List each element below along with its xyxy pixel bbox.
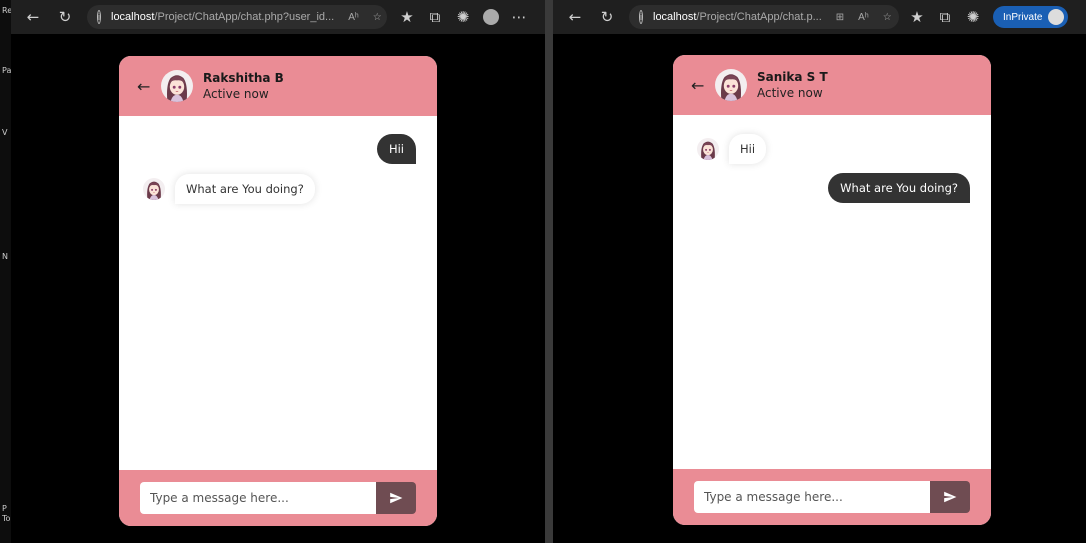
strip-text: P: [2, 504, 7, 513]
back-arrow-icon[interactable]: ←: [19, 3, 47, 31]
collections-icon[interactable]: ⧉: [421, 3, 449, 31]
read-aloud-icon[interactable]: Aʰ: [348, 12, 359, 23]
refresh-icon[interactable]: ↻: [593, 3, 621, 31]
profile-avatar-icon: [1048, 9, 1065, 25]
contact-status: Active now: [757, 86, 823, 100]
typing-area: [673, 469, 991, 525]
strip-text: Pa: [2, 66, 12, 75]
incoming-message: What are You doing?: [143, 174, 315, 204]
contact-status: Active now: [203, 87, 269, 101]
url-host: localhost: [111, 11, 155, 23]
inprivate-label: InPrivate: [1003, 11, 1043, 23]
collections-icon[interactable]: ⧉: [931, 3, 959, 31]
url-path: /Project/ChatApp/chat.php?user_id...: [154, 11, 335, 23]
chat-window: ← Rakshitha B Active now Hii What are Yo…: [119, 56, 437, 526]
contact-name: Sanika S T: [757, 70, 828, 84]
address-bar[interactable]: i localhost /Project/ChatApp/chat.p... ⊞…: [629, 5, 899, 29]
incoming-message: Hii: [697, 134, 767, 164]
strip-text: N: [2, 252, 8, 261]
url-path: /Project/ChatApp/chat.p...: [696, 11, 822, 23]
avatar: [697, 138, 719, 160]
background-window-strip: Re Pa V N P To: [0, 0, 12, 543]
chat-header: ← Sanika S T Active now: [673, 55, 991, 115]
browser-toolbar: ← ↻ i localhost /Project/ChatApp/chat.p.…: [553, 0, 1086, 34]
chat-header: ← Rakshitha B Active now: [119, 56, 437, 116]
favorites-icon[interactable]: ★: [903, 3, 931, 31]
avatar: [161, 70, 193, 102]
browser-toolbar: ← ↻ i localhost /Project/ChatApp/chat.ph…: [11, 0, 545, 34]
back-arrow-icon[interactable]: ←: [691, 76, 711, 95]
outgoing-message: Hii: [376, 134, 416, 164]
contact-name: Rakshitha B: [203, 71, 284, 85]
send-icon: [390, 492, 403, 504]
strip-text: V: [2, 128, 8, 137]
avatar: [715, 69, 747, 101]
typing-area: [119, 470, 437, 526]
chat-box[interactable]: Hii What are You doing?: [119, 116, 437, 470]
send-icon: [944, 491, 957, 503]
strip-text: To: [2, 514, 11, 523]
message-input[interactable]: [140, 482, 376, 514]
url-host: localhost: [653, 11, 697, 23]
extensions-icon[interactable]: ✺: [449, 3, 477, 31]
inprivate-badge[interactable]: InPrivate: [993, 6, 1069, 28]
message-bubble: What are You doing?: [175, 174, 315, 204]
favorites-icon[interactable]: ★: [393, 3, 421, 31]
info-icon[interactable]: i: [97, 10, 101, 24]
send-button[interactable]: [930, 481, 970, 513]
back-arrow-icon[interactable]: ←: [561, 3, 589, 31]
extensions-icon[interactable]: ✺: [959, 3, 987, 31]
message-input[interactable]: [694, 481, 930, 513]
outgoing-message: What are You doing?: [828, 173, 970, 203]
message-bubble: Hii: [729, 134, 767, 164]
star-icon[interactable]: ☆: [373, 12, 382, 23]
avatar: [143, 178, 165, 200]
send-button[interactable]: [376, 482, 416, 514]
star-icon[interactable]: ☆: [883, 12, 892, 23]
browser-window-right: ← ↻ i localhost /Project/ChatApp/chat.p.…: [553, 0, 1086, 543]
browser-window-left: Re Pa V N P To ← ↻ i localhost /Project/…: [0, 0, 545, 543]
refresh-icon[interactable]: ↻: [51, 3, 79, 31]
chat-box[interactable]: Hii What are You doing?: [673, 115, 991, 469]
back-arrow-icon[interactable]: ←: [137, 77, 157, 96]
profile-icon[interactable]: [477, 3, 505, 31]
address-bar[interactable]: i localhost /Project/ChatApp/chat.php?us…: [87, 5, 387, 29]
info-icon[interactable]: i: [639, 10, 643, 24]
more-options-icon[interactable]: ⋯: [505, 3, 533, 31]
read-aloud-icon[interactable]: Aʰ: [858, 12, 869, 23]
chat-window: ← Sanika S T Active now Hii What are You…: [673, 55, 991, 525]
app-available-icon[interactable]: ⊞: [836, 12, 844, 23]
window-divider: [545, 0, 553, 543]
